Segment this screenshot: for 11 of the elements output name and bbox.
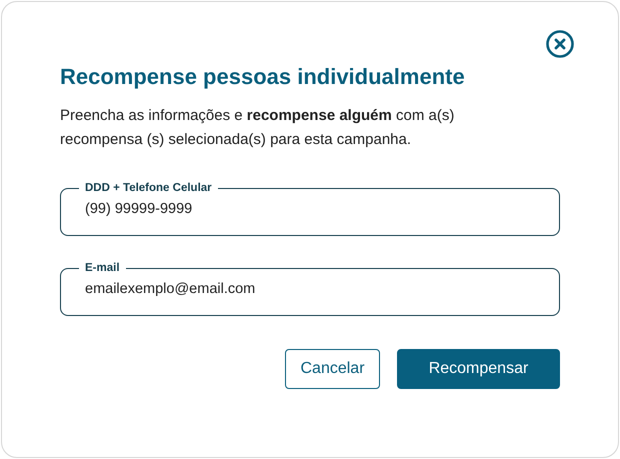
input-field[interactable]: (99) 99999-9999: [85, 201, 535, 217]
input-field[interactable]: DDD + Telefone Celular (99) 99999-9999: [60, 182, 560, 236]
confirm-button[interactable]: Recompensar: [397, 349, 560, 389]
field-label: DDD + Telefone Celular: [84, 182, 213, 194]
dialog-description: Preencha as informações e recompense alguém com a(s) recompensa (s) selecionada(s) para esta campanha.: [60, 106, 456, 150]
field-label: E-mail: [84, 262, 121, 274]
close-icon[interactable]: [546, 30, 574, 58]
cancel-button[interactable]: Cancelar: [285, 349, 380, 389]
input-field[interactable]: emailexemplo@email.com: [85, 281, 535, 297]
input-field[interactable]: E-mail emailexemplo@email.com: [60, 262, 560, 316]
dialog-title: Recompense pessoas individualmente: [60, 64, 466, 90]
